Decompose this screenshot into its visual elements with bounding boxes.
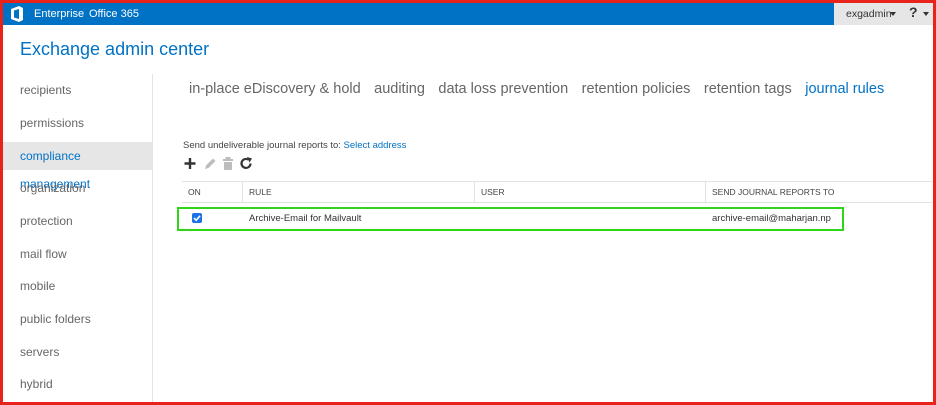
help-chevron-down-icon[interactable] [923,12,929,16]
tab-retention-policies[interactable]: retention policies [582,81,691,97]
sidebar-item-protection[interactable]: protection [3,207,152,235]
nav-office-365[interactable]: Office 365 [89,3,139,25]
sidebar-item-mail-flow[interactable]: mail flow [3,240,152,268]
sidebar-item-compliance-management[interactable]: compliance management [3,142,152,191]
sidebar-item-hybrid[interactable]: hybrid [3,370,152,398]
column-header-rule[interactable]: RULE [242,182,474,202]
select-address-link[interactable]: Select address [344,140,407,151]
tab-data-loss-prevention[interactable]: data loss prevention [438,81,568,97]
user-chevron-down-icon[interactable] [890,12,896,16]
grid-header: ON RULE USER SEND JOURNAL REPORTS TO [182,181,932,203]
office-logo-icon[interactable] [10,6,24,22]
undeliverable-label: Send undeliverable journal reports to: [183,140,341,151]
refresh-icon[interactable] [239,156,253,171]
sidebar-item-recipients[interactable]: recipients [3,76,152,104]
tab-bar: in-place eDiscovery & hold auditing data… [189,80,893,98]
edit-icon[interactable] [203,156,217,171]
nav-enterprise[interactable]: Enterprise [34,3,84,25]
tab-in-place-ediscovery-hold[interactable]: in-place eDiscovery & hold [189,81,361,97]
tab-journal-rules[interactable]: journal rules [805,81,884,97]
sidebar: recipients permissions compliance manage… [3,74,153,402]
sidebar-item-public-folders[interactable]: public folders [3,305,152,333]
column-header-on[interactable]: ON [182,182,242,202]
sidebar-item-organization[interactable]: organization [3,174,152,202]
sidebar-item-servers[interactable]: servers [3,338,152,366]
tab-auditing[interactable]: auditing [374,81,425,97]
sidebar-item-permissions[interactable]: permissions [3,109,152,137]
table-row[interactable]: Archive-Email for Mailvault archive-emai… [177,207,844,231]
rule-send-to: archive-email@maharjan.np [712,213,831,224]
sidebar-item-mobile[interactable]: mobile [3,272,152,300]
user-menu[interactable]: exgadmin ? [834,3,933,25]
user-name[interactable]: exgadmin [846,3,892,25]
enabled-checkbox[interactable] [192,213,202,223]
tab-retention-tags[interactable]: retention tags [704,81,792,97]
rule-name: Archive-Email for Mailvault [249,213,362,224]
help-icon[interactable]: ? [909,4,918,20]
add-icon[interactable] [183,156,197,171]
delete-icon[interactable] [221,156,235,171]
page-title: Exchange admin center [20,39,210,59]
top-bar: Enterprise Office 365 exgadmin ? [3,3,933,25]
column-header-user[interactable]: USER [474,182,705,202]
undeliverable-reports-setting: Send undeliverable journal reports to: S… [183,140,406,151]
column-header-send-journal-reports-to[interactable]: SEND JOURNAL REPORTS TO [705,182,932,202]
